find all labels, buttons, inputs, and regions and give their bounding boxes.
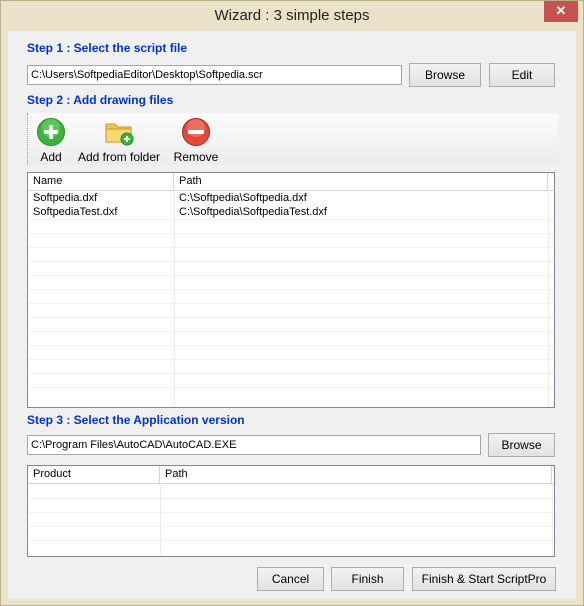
wizard-body: Step 1 : Select the script file C:\Users… [8, 31, 576, 599]
close-button[interactable]: ✕ [544, 1, 578, 22]
step3-label: Step 3 : Select the Application version [27, 413, 245, 427]
table-row[interactable]: Softpedia.dxf C:\Softpedia\Softpedia.dxf [28, 191, 554, 205]
script-edit-button[interactable]: Edit [489, 63, 555, 87]
add-label: Add [40, 150, 62, 164]
add-from-folder-label: Add from folder [77, 150, 161, 164]
script-path-input[interactable]: C:\Users\SoftpediaEditor\Desktop\Softped… [27, 65, 402, 85]
column-header-path[interactable]: Path [160, 466, 552, 483]
file-name: SoftpediaTest.dxf [33, 206, 118, 218]
script-browse-button[interactable]: Browse [409, 63, 481, 87]
add-button[interactable]: Add [36, 117, 66, 164]
application-versions-header: Product Path [28, 466, 554, 484]
finish-button[interactable]: Finish [331, 567, 404, 591]
drawing-toolbar: Add Add from folder Remove [27, 113, 558, 165]
column-header-name[interactable]: Name [28, 173, 174, 190]
step1-label: Step 1 : Select the script file [27, 41, 188, 55]
add-from-folder-button[interactable]: Add from folder [74, 117, 164, 164]
finish-and-start-button[interactable]: Finish & Start ScriptPro [412, 567, 556, 591]
column-header-product[interactable]: Product [28, 466, 160, 483]
drawing-files-list[interactable]: Name Path Softpedia.dxf C:\Softpedia\Sof… [27, 172, 555, 408]
remove-button[interactable]: Remove [171, 117, 221, 164]
file-name: Softpedia.dxf [33, 192, 98, 204]
step2-label: Step 2 : Add drawing files [27, 93, 174, 107]
table-row[interactable]: SoftpediaTest.dxf C:\Softpedia\Softpedia… [28, 205, 554, 219]
folder-add-icon [105, 123, 134, 146]
column-header-path[interactable]: Path [174, 173, 548, 190]
file-path: C:\Softpedia\SoftpediaTest.dxf [179, 206, 327, 218]
drawing-files-header: Name Path [28, 173, 554, 191]
application-browse-button[interactable]: Browse [488, 433, 555, 457]
application-versions-list[interactable]: Product Path [27, 465, 555, 557]
add-icon [37, 118, 65, 146]
application-path-input[interactable]: C:\Program Files\AutoCAD\AutoCAD.EXE [27, 435, 481, 455]
remove-icon [182, 118, 210, 146]
window-title: Wizard : 3 simple steps [214, 7, 370, 24]
wizard-window: Wizard : 3 simple steps ✕ Step 1 : Selec… [0, 0, 584, 606]
remove-label: Remove [173, 150, 219, 164]
cancel-button[interactable]: Cancel [257, 567, 324, 591]
close-icon: ✕ [555, 3, 567, 18]
file-path: C:\Softpedia\Softpedia.dxf [179, 192, 307, 204]
